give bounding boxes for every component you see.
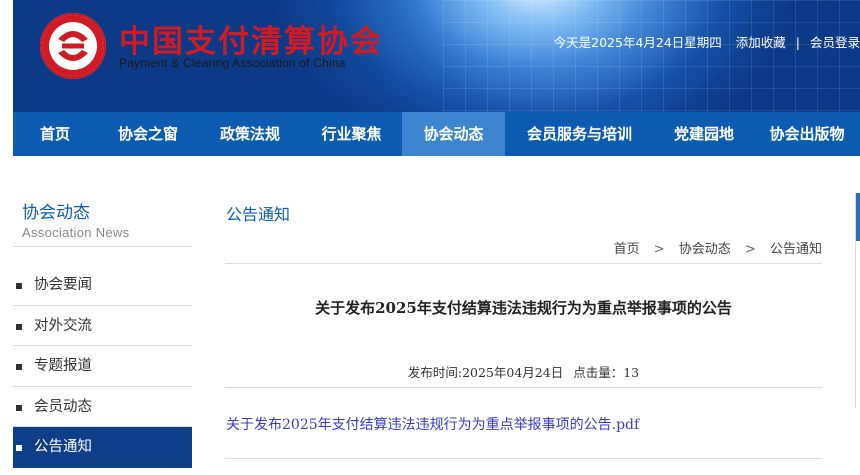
square-bullet-icon (16, 323, 22, 330)
square-bullet-icon (16, 445, 22, 451)
site-name-cn[interactable]: 中国支付清算协会 (119, 16, 383, 61)
nav-item-policy[interactable]: 政策法规 (199, 112, 301, 156)
member-login-link[interactable]: 会员登录 (810, 35, 860, 50)
sidebar-item-label: 会员动态 (34, 398, 92, 415)
article-meta: 发布时间:2025年04月24日 点击量：13 (225, 362, 822, 381)
sidebar-item-label: 公告通知 (34, 439, 92, 455)
breadcrumb-home[interactable]: 首页 (614, 242, 640, 257)
section-title: 公告通知 (226, 205, 291, 224)
nav-item-industry-focus[interactable]: 行业聚焦 (301, 112, 402, 156)
association-logo-icon[interactable] (40, 13, 106, 79)
nav-item-association-news[interactable]: 协会动态 (402, 112, 505, 156)
nav-item-publications[interactable]: 协会出版物 (754, 112, 860, 156)
current-date: 今天是2025年4月24日星期四 (553, 35, 722, 50)
sidebar-menu: 协会要闻 对外交流 专题报道 会员动态 公告通知 (13, 265, 192, 468)
chevron-right-icon: > (744, 242, 756, 257)
chevron-right-icon: > (653, 242, 665, 257)
add-bookmark-link[interactable]: 添加收藏 (736, 35, 786, 50)
article-title: 关于发布2025年支付结算违法违规行为为重点举报事项的公告 (315, 299, 732, 317)
sidebar-divider (13, 246, 192, 247)
divider (225, 263, 822, 264)
sidebar-item-label: 协会要闻 (34, 277, 92, 293)
publish-time: 发布时间:2025年04月24日 (407, 365, 564, 380)
attachment-pdf-link[interactable]: 关于发布2025年支付结算违法违规行为为重点举报事项的公告.pdf (226, 414, 639, 434)
nav-item-party-building[interactable]: 党建园地 (654, 112, 754, 156)
top-link-separator: | (795, 35, 800, 50)
sidebar-item-special-reports[interactable]: 专题报道 (13, 346, 192, 387)
sidebar-item-external-exchange[interactable]: 对外交流 (13, 306, 192, 346)
header-grid-decoration (443, 0, 860, 112)
site-header: 中国支付清算协会 Payment & Clearing Association … (13, 0, 860, 112)
breadcrumb-association-news[interactable]: 协会动态 (679, 242, 731, 257)
sidebar-item-key-news[interactable]: 协会要闻 (13, 265, 192, 306)
site-name-en: Payment & Clearing Association of China (119, 56, 346, 70)
top-links: 今天是2025年4月24日星期四 添加收藏 | 会员登录 (550, 32, 860, 51)
square-bullet-icon (16, 404, 22, 411)
breadcrumb-current: 公告通知 (769, 242, 822, 257)
sidebar-subtitle: Association News (22, 225, 130, 240)
square-bullet-icon (16, 364, 22, 370)
main-nav: 首页 协会之窗 政策法规 行业聚焦 协会动态 会员服务与培训 党建园地 协会出版… (13, 112, 860, 156)
sidebar-item-announcements[interactable]: 公告通知 (13, 427, 192, 468)
sidebar-item-label: 对外交流 (34, 317, 92, 334)
scrollbar-thumb[interactable] (856, 193, 860, 241)
divider (225, 387, 822, 388)
nav-item-home[interactable]: 首页 (13, 112, 97, 156)
divider (225, 458, 822, 459)
breadcrumb: 首页 > 协会动态 > 公告通知 (614, 238, 822, 257)
square-bullet-icon (16, 283, 22, 289)
sidebar-item-member-news[interactable]: 会员动态 (13, 387, 192, 427)
click-count: 点击量：13 (573, 365, 640, 380)
sidebar-item-label: 专题报道 (34, 358, 92, 374)
nav-item-association-window[interactable]: 协会之窗 (97, 112, 199, 156)
nav-item-member-services[interactable]: 会员服务与培训 (505, 112, 654, 156)
sidebar-title: 协会动态 (22, 203, 90, 223)
